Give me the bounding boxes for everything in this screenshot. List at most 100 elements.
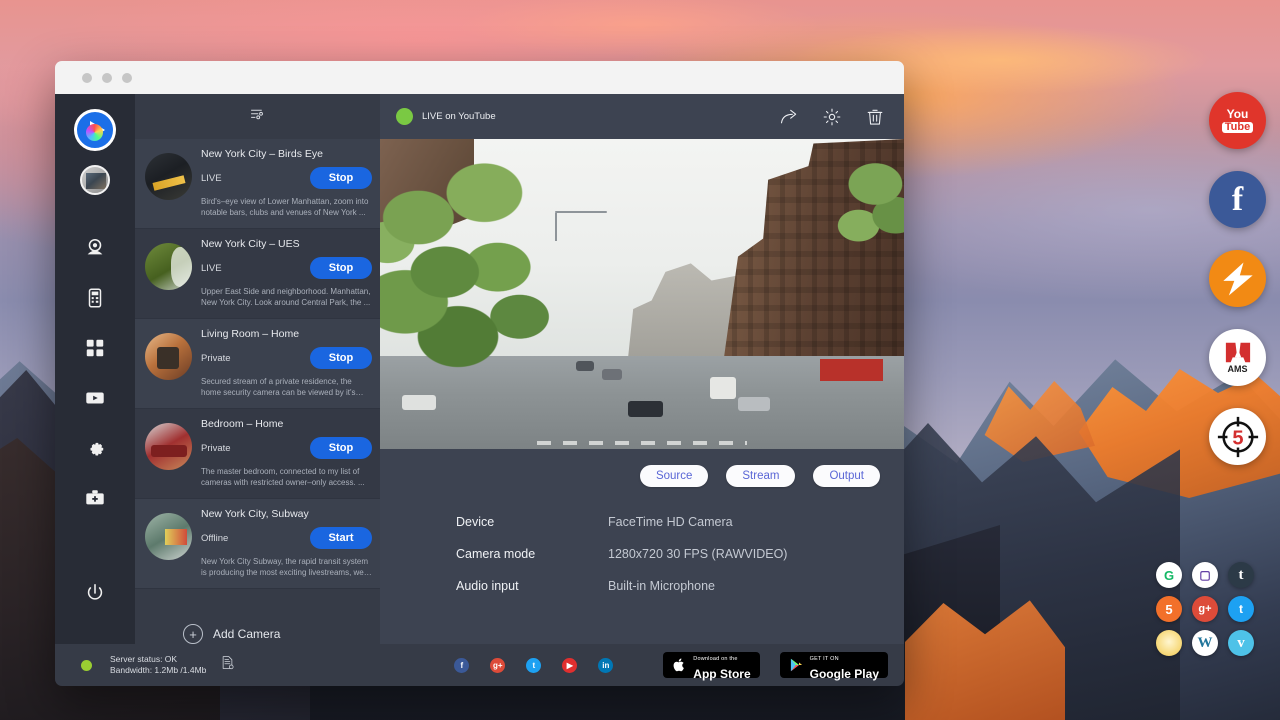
share-icon[interactable] [776, 104, 802, 130]
detail-label: Camera mode [456, 547, 608, 561]
social-shortcut-grid: G ▢ t 5 g+ t W v [1156, 562, 1254, 656]
facebook-dock-icon[interactable]: f [1209, 171, 1266, 228]
gear-icon[interactable] [819, 104, 845, 130]
window-titlebar [55, 61, 904, 94]
sort-filter-icon[interactable] [249, 106, 266, 128]
adobe-icon [1225, 342, 1251, 363]
mode-tabs: Source Stream Output [380, 449, 904, 487]
app-window: New York City – Birds Eye LIVE Stop Bird… [55, 61, 904, 686]
apple-icon [672, 657, 687, 673]
google-play-icon [789, 657, 804, 673]
tab-source[interactable]: Source [640, 465, 708, 487]
camera-title: Bedroom – Home [201, 417, 372, 431]
camera-status-row: LIVE Stop [201, 257, 372, 279]
main-panel: LIVE on YouTube [380, 94, 904, 644]
vimeo-icon[interactable]: v [1228, 630, 1254, 656]
preview-car [402, 395, 436, 410]
facebook-icon[interactable]: f [454, 658, 469, 673]
detail-value[interactable]: 1280x720 30 FPS (RAWVIDEO) [608, 547, 787, 561]
plus-icon: + [183, 624, 203, 644]
detail-value[interactable]: FaceTime HD Camera [608, 515, 733, 529]
preview-car [738, 397, 770, 411]
camera-action-button[interactable]: Start [310, 527, 372, 549]
wordpress-icon[interactable]: W [1192, 630, 1218, 656]
youtube-icon[interactable]: ▶ [562, 658, 577, 673]
detail-label: Device [456, 515, 608, 529]
camera-card[interactable]: Living Room – Home Private Stop Secured … [135, 319, 380, 409]
minimize-button[interactable] [102, 73, 112, 83]
video-preview[interactable] [380, 139, 904, 449]
smashcast-icon[interactable]: 5 [1156, 596, 1182, 622]
status-footer: Server status: OK Bandwidth: 1.2Mb /1.4M… [55, 644, 904, 686]
camera-list[interactable]: New York City – Birds Eye LIVE Stop Bird… [135, 139, 380, 602]
first-aid-icon[interactable] [72, 475, 118, 521]
source-details: Device FaceTime HD Camera Camera mode 12… [380, 487, 904, 611]
camera-card[interactable]: New York City, Subway Offline Start New … [135, 499, 380, 589]
app-store-badge[interactable]: Download on the App Store [663, 652, 759, 678]
linkedin-icon[interactable]: in [598, 658, 613, 673]
periscope-icon[interactable] [1156, 630, 1182, 656]
preview-car [602, 369, 622, 380]
camera-card[interactable]: New York City – UES LIVE Stop Upper East… [135, 229, 380, 319]
google-play-small: GET IT ON [810, 656, 839, 662]
video-player-icon[interactable] [72, 375, 118, 421]
camera-card[interactable]: New York City – Birds Eye LIVE Stop Bird… [135, 139, 380, 229]
google-play-badge[interactable]: GET IT ON Google Play [780, 652, 888, 678]
detail-row-audio-input: Audio input Built-in Microphone [456, 579, 904, 593]
wowza-dock-icon[interactable] [1209, 250, 1266, 307]
tab-output[interactable]: Output [813, 465, 880, 487]
google-play-big: Google Play [810, 667, 879, 681]
preview-car [628, 401, 663, 417]
main-topbar: LIVE on YouTube [380, 94, 904, 139]
google-play-text: GET IT ON Google Play [810, 647, 879, 683]
preview-trees-right [825, 145, 904, 275]
camera-thumbnail [145, 423, 192, 470]
adobe-ams-dock-icon[interactable]: AMS [1209, 329, 1266, 386]
camera-state: LIVE [201, 173, 222, 184]
google-plus-icon[interactable]: g+ [1192, 596, 1218, 622]
camera-description: Upper East Side and neighborhood. Manhat… [201, 286, 372, 308]
zoom-button[interactable] [122, 73, 132, 83]
webcam-icon[interactable] [72, 225, 118, 271]
camera-thumbnail [145, 513, 192, 560]
preview-lamp-post [555, 213, 557, 241]
google-plus-icon[interactable]: g+ [490, 658, 505, 673]
twitter-icon[interactable]: t [1228, 596, 1254, 622]
twitch-icon[interactable]: ▢ [1192, 562, 1218, 588]
camera-action-button[interactable]: Stop [310, 257, 372, 279]
close-button[interactable] [82, 73, 92, 83]
trash-icon[interactable] [862, 104, 888, 130]
camera-description: Bird's–eye view of Lower Manhattan, zoom… [201, 196, 372, 218]
detail-row-device: Device FaceTime HD Camera [456, 515, 904, 529]
power-icon[interactable] [72, 570, 118, 616]
gfycat-icon[interactable]: G [1156, 562, 1182, 588]
target-dock-icon[interactable]: 5 [1209, 408, 1266, 465]
camera-status-row: Private Stop [201, 347, 372, 369]
device-icon[interactable] [72, 275, 118, 321]
add-camera-label: Add Camera [213, 627, 280, 641]
camera-status-row: Offline Start [201, 527, 372, 549]
camera-info: New York City – Birds Eye LIVE Stop Bird… [201, 147, 372, 218]
camera-info: Living Room – Home Private Stop Secured … [201, 327, 372, 398]
grid-icon[interactable] [72, 325, 118, 371]
camera-action-button[interactable]: Stop [310, 167, 372, 189]
twitter-icon[interactable]: t [526, 658, 541, 673]
app-store-small: Download on the [693, 656, 737, 662]
logo-swirl [86, 124, 103, 141]
camera-action-button[interactable]: Stop [310, 437, 372, 459]
camera-action-button[interactable]: Stop [310, 347, 372, 369]
log-document-icon[interactable] [220, 655, 235, 675]
add-camera-button[interactable]: + Add Camera [135, 602, 380, 644]
camera-thumbnail [145, 243, 192, 290]
user-avatar[interactable] [80, 165, 110, 195]
tumblr-icon[interactable]: t [1228, 562, 1254, 588]
camera-card[interactable]: Bedroom – Home Private Stop The master b… [135, 409, 380, 499]
detail-value[interactable]: Built-in Microphone [608, 579, 715, 593]
tab-stream[interactable]: Stream [726, 465, 795, 487]
preview-trees-left [380, 158, 590, 406]
gear-icon[interactable] [72, 425, 118, 471]
app-logo[interactable] [74, 109, 116, 151]
server-status-text: Server status: OK Bandwidth: 1.2Mb /1.4M… [110, 654, 206, 676]
youtube-tube-text: Tube [1222, 122, 1253, 133]
youtube-dock-icon[interactable]: You Tube [1209, 92, 1266, 149]
